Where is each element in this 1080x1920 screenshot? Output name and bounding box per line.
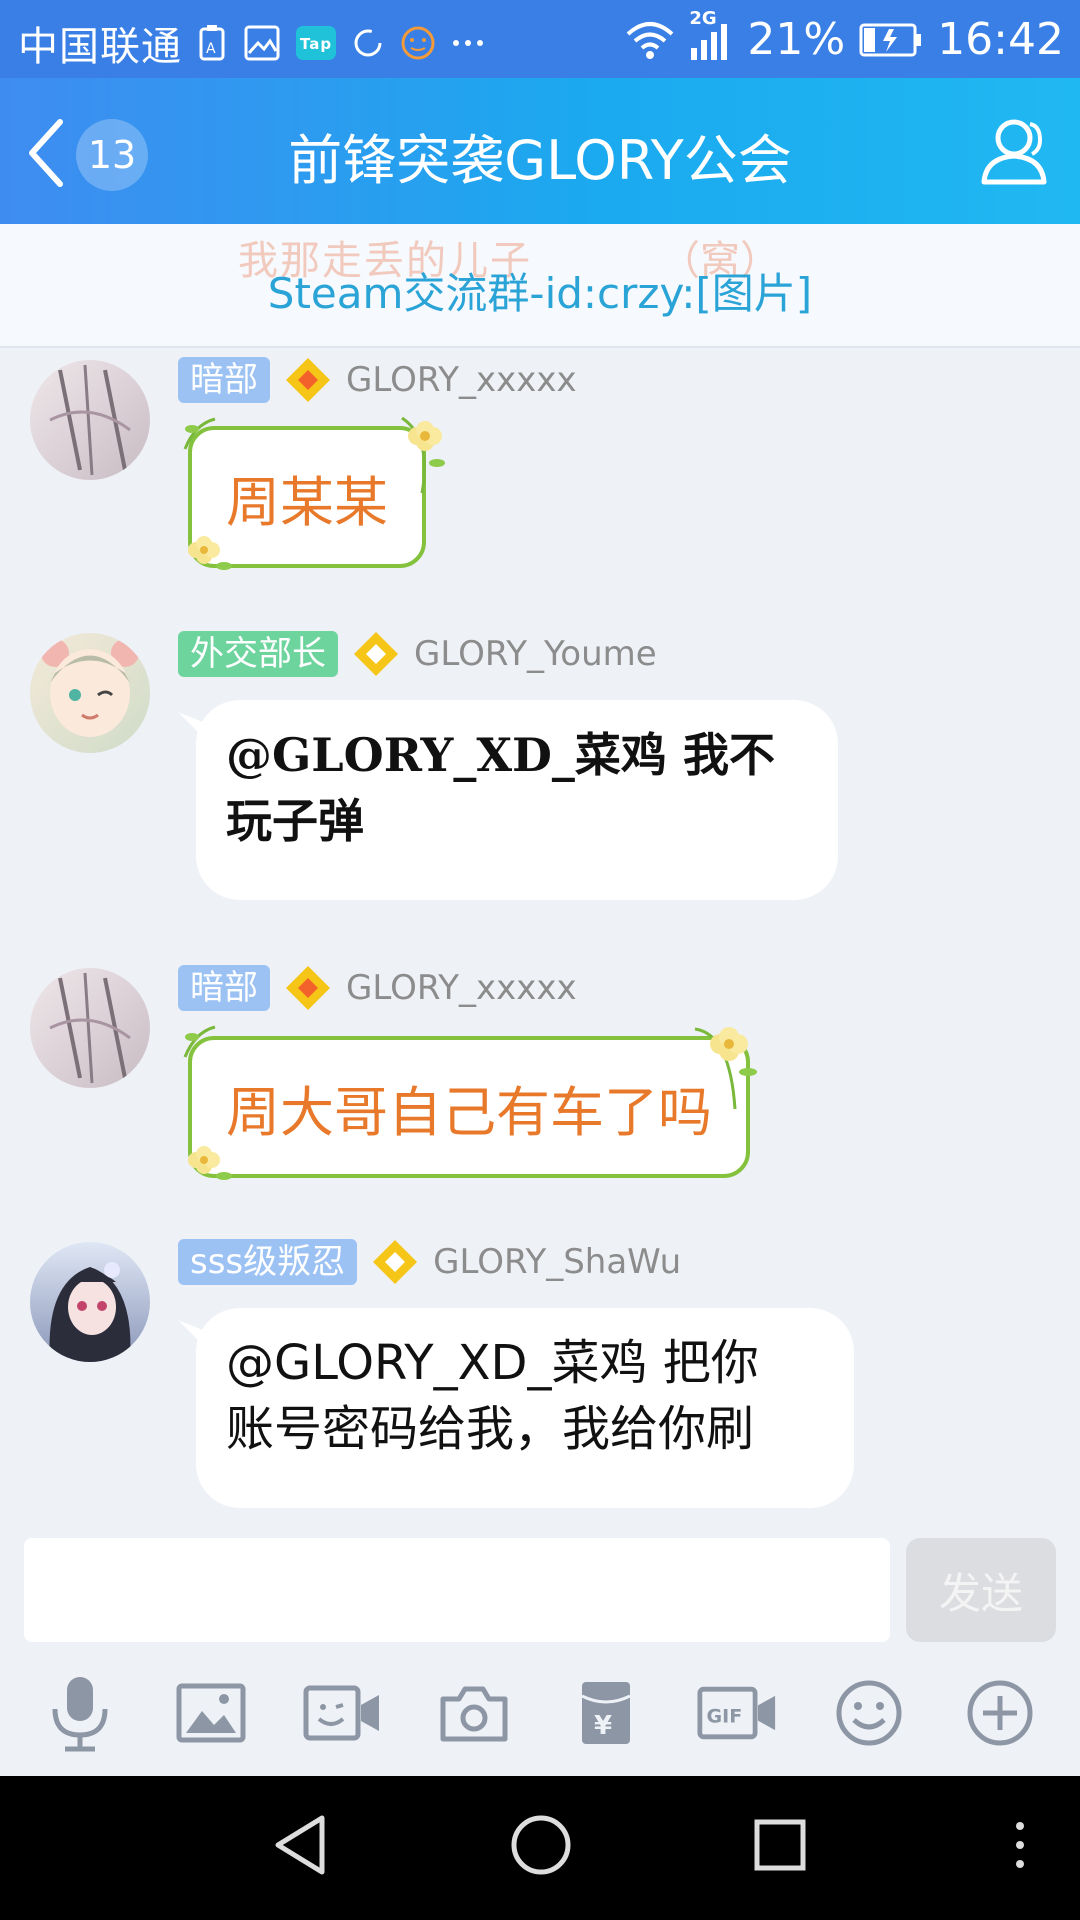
message-text-line: 玩子弹 xyxy=(226,794,364,848)
camera-icon[interactable] xyxy=(434,1673,514,1753)
notice-text: Steam交流群-id:crzy:[图片] xyxy=(267,269,813,318)
sender-meta: 暗部 GLORY_xxxxx xyxy=(178,356,577,404)
system-nav-bar xyxy=(0,1776,1080,1920)
svg-text:¥: ¥ xyxy=(594,1711,612,1741)
status-right: 2G 21% 16:42 xyxy=(625,8,1064,65)
page-title: 前锋突袭GLORY公会 xyxy=(288,129,792,192)
vine-decoration-icon xyxy=(183,417,216,450)
flower-decoration-icon xyxy=(188,1146,232,1180)
circle-home-icon xyxy=(511,1815,571,1875)
sender-meta: 外交部长 GLORY_Youme xyxy=(178,630,657,678)
chat-toolbar: ¥ GIF xyxy=(0,1650,1080,1776)
message-text-line: @GLORY_XD_菜鸡 我不 xyxy=(226,728,775,782)
carrier-label: 中国联通 xyxy=(18,24,182,70)
diamond-icon xyxy=(286,358,330,402)
emoji-notify-icon xyxy=(400,25,436,61)
sender-meta: sss级叛忍 GLORY_ShaWu xyxy=(178,1238,681,1286)
svg-text:GIF: GIF xyxy=(707,1706,743,1728)
vertical-dots-icon xyxy=(1016,1822,1024,1868)
role-tag: 外交部长 xyxy=(178,631,338,677)
message-text: 周大哥自己有车了吗 xyxy=(226,1080,712,1144)
gif-icon[interactable]: GIF xyxy=(697,1673,777,1753)
avatar[interactable] xyxy=(30,360,150,480)
sender-meta: 暗部 GLORY_xxxxx xyxy=(178,964,577,1012)
video-chat-icon[interactable] xyxy=(303,1673,383,1753)
signal-icon: 2G xyxy=(689,8,733,62)
battery-icon xyxy=(859,23,923,57)
network-type-label: 2G xyxy=(689,7,717,29)
svg-text:A: A xyxy=(206,41,217,57)
message-text-line: @GLORY_XD_菜鸡 把你 xyxy=(226,1335,759,1391)
status-bar: 中国联通 A Tap 2G 21% 16:42 xyxy=(0,0,1080,78)
role-tag: 暗部 xyxy=(178,965,270,1011)
message-text-line: 账号密码给我，我给你刷 xyxy=(226,1401,755,1457)
avatar[interactable] xyxy=(30,633,150,753)
avatar[interactable] xyxy=(30,1242,150,1362)
plus-icon[interactable] xyxy=(960,1673,1040,1753)
group-notice[interactable]: 我那走丢的儿子 （窝） Steam交流群-id:crzy:[图片] xyxy=(0,224,1080,348)
message-bubble[interactable]: @GLORY_XD_菜鸡 把你 账号密码给我，我给你刷 xyxy=(178,1308,854,1508)
sim-icon: A xyxy=(198,23,228,63)
role-tag: 暗部 xyxy=(178,357,270,403)
svg-text:Tap: Tap xyxy=(300,35,332,53)
input-bar: 发送 xyxy=(0,1526,1080,1650)
square-recents-icon xyxy=(754,1819,806,1871)
message-text: 周某某 xyxy=(226,470,388,534)
flower-decoration-icon xyxy=(401,416,445,494)
role-tag: sss级叛忍 xyxy=(178,1239,358,1285)
flower-decoration-icon xyxy=(694,1027,757,1110)
sender-name: GLORY_ShaWu xyxy=(433,1242,682,1282)
diamond-icon xyxy=(354,632,398,676)
chat-header: 13 前锋突袭GLORY公会 xyxy=(0,78,1080,224)
sender-name: GLORY_xxxxx xyxy=(346,968,577,1008)
clock: 16:42 xyxy=(937,14,1064,65)
group-members-button[interactable] xyxy=(974,112,1054,196)
nav-menu-button[interactable] xyxy=(1010,1812,1030,1882)
send-button[interactable]: 发送 xyxy=(906,1538,1056,1642)
flower-decoration-icon xyxy=(188,536,232,570)
sender-name: GLORY_Youme xyxy=(414,634,657,674)
tap-icon: Tap xyxy=(296,26,336,60)
nav-recents-button[interactable] xyxy=(752,1812,808,1882)
red-packet-icon[interactable]: ¥ xyxy=(566,1673,646,1753)
loading-icon xyxy=(352,27,384,59)
avatar[interactable] xyxy=(30,968,150,1088)
diamond-icon xyxy=(373,1240,418,1284)
diamond-icon xyxy=(286,966,330,1010)
wifi-icon xyxy=(625,20,675,60)
triangle-back-icon xyxy=(275,1815,325,1875)
gallery-icon xyxy=(244,25,280,61)
members-icon xyxy=(974,119,1054,196)
sender-name: GLORY_xxxxx xyxy=(346,360,577,400)
battery-percent: 21% xyxy=(747,14,846,65)
vine-decoration-icon xyxy=(183,1025,216,1058)
status-left: 中国联通 A Tap xyxy=(18,14,484,72)
message-input[interactable] xyxy=(24,1538,890,1642)
nav-home-button[interactable] xyxy=(508,1812,574,1882)
mic-icon[interactable] xyxy=(40,1673,120,1753)
more-dots-icon xyxy=(452,38,484,48)
emoji-icon[interactable] xyxy=(829,1673,909,1753)
message-bubble[interactable]: 周大哥自己有车了吗 xyxy=(188,1036,750,1178)
message-bubble[interactable]: @GLORY_XD_菜鸡 我不 玩子弹 xyxy=(178,700,838,900)
image-icon[interactable] xyxy=(171,1673,251,1753)
nav-back-button[interactable] xyxy=(270,1812,330,1882)
